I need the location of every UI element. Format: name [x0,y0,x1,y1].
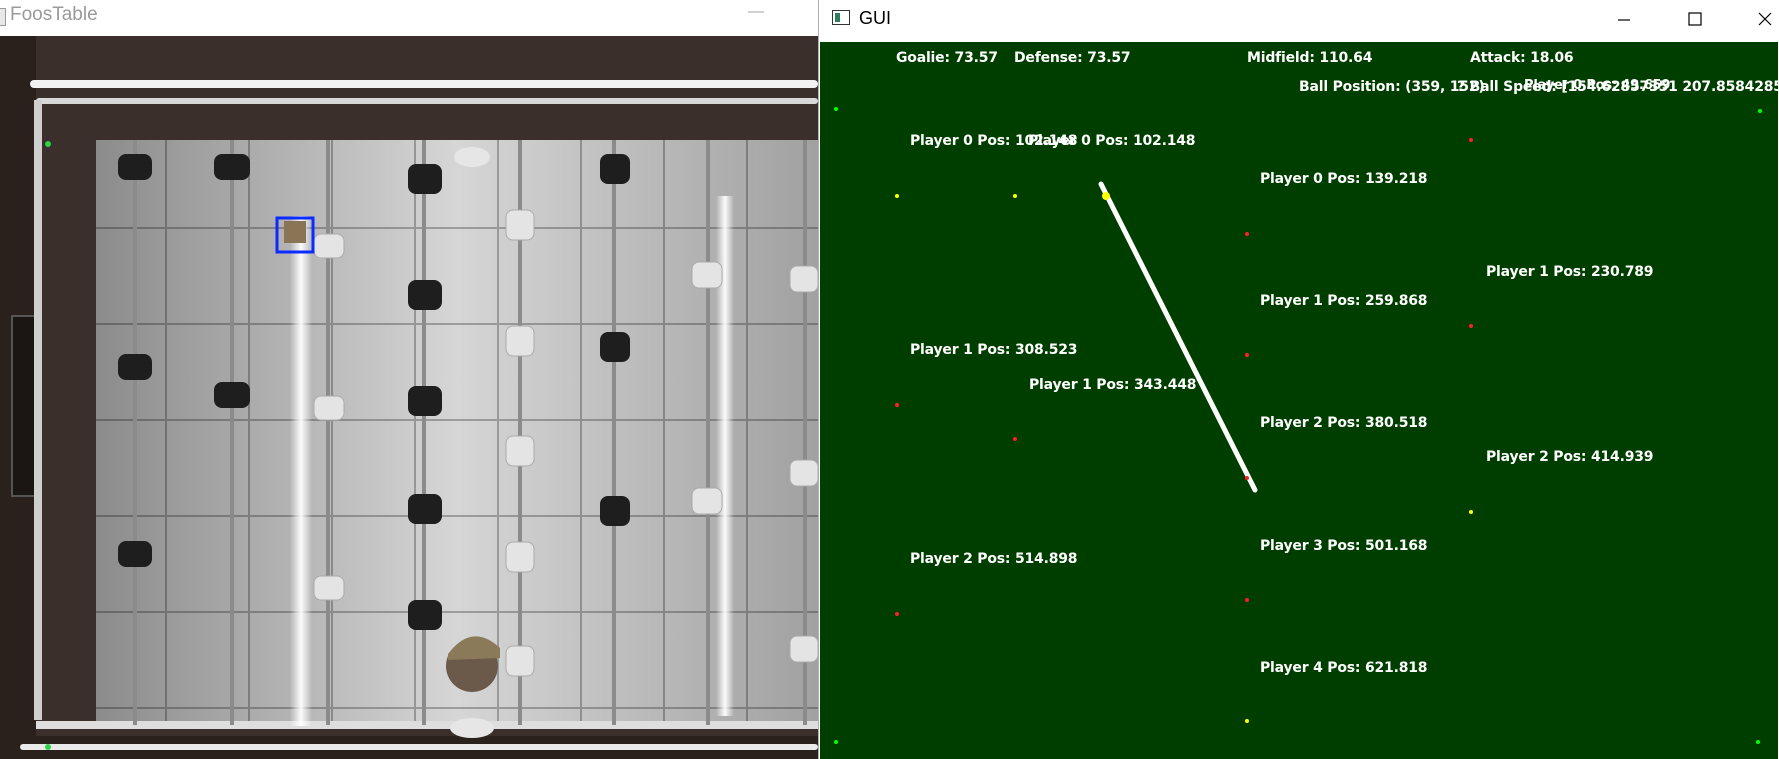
defense-player-1-label: Player 1 Pos: 343.448 [1029,377,1197,393]
midfield-player-1-marker [1245,353,1249,357]
foostable-titlebar[interactable]: FoosTable — [0,0,820,35]
foostable-window: FoosTable — [0,0,820,759]
midfield-stat: Midfield: 110.64 [1247,50,1373,66]
defense-player-1-marker [1013,437,1017,441]
minimize-icon[interactable]: — [746,2,766,22]
window-title: FoosTable [10,4,98,25]
app-icon [832,10,850,25]
foosball-table-image [0,36,818,759]
midfield-player-4-marker [1245,719,1249,723]
ball-speed: ? Ball Speed: [154.62857351 207.85842858… [1457,79,1778,95]
gui-field-canvas: Goalie: 73.57 Defense: 73.57 Midfield: 1… [820,42,1778,759]
camera-feed [0,36,818,759]
attack-player-1-label: Player 1 Pos: 230.789 [1486,264,1654,280]
attack-player-2-label: Player 2 Pos: 414.939 [1486,449,1654,465]
attack-player-1-marker [1469,324,1473,328]
attack-player-0-marker [1469,138,1473,142]
midfield-player-0-marker [1245,232,1249,236]
gui-window: GUI Goalie: 73.57 Defense: 73.57 Midfiel… [818,0,1779,759]
goalie-player-1-label: Player 1 Pos: 308.523 [910,342,1078,358]
ball-marker [1102,192,1110,200]
close-icon[interactable] [1742,0,1779,38]
midfield-player-0-label: Player 0 Pos: 139.218 [1260,171,1428,187]
app-icon [0,8,6,26]
defense-stat: Defense: 73.57 [1014,50,1131,66]
goalie-stat: Goalie: 73.57 [896,50,998,66]
midfield-player-3-marker [1245,598,1249,602]
goalie-player-2-label: Player 2 Pos: 514.898 [910,551,1078,567]
goalie-player-2-marker [895,612,899,616]
midfield-player-3-label: Player 3 Pos: 501.168 [1260,538,1428,554]
midfield-player-1-label: Player 1 Pos: 259.868 [1260,293,1428,309]
defense-player-0-marker [1013,194,1017,198]
goalie-player-1-marker [895,403,899,407]
corner-marker-top-left [834,107,838,111]
attack-stat: Attack: 18.06 [1470,50,1574,66]
ball-trajectory [1098,181,1258,493]
midfield-player-2-label: Player 2 Pos: 380.518 [1260,415,1428,431]
midfield-player-4-label: Player 4 Pos: 621.818 [1260,660,1428,676]
corner-marker-bottom-right [1756,740,1760,744]
maximize-icon[interactable] [1672,0,1718,38]
minimize-icon[interactable] [1601,0,1647,38]
corner-marker-bottom-left [834,740,838,744]
corner-marker-top-right [1758,109,1762,113]
midfield-player-2-marker [1245,476,1249,480]
trajectory-line [1098,181,1258,493]
attack-player-2-marker [1469,510,1473,514]
defense-player-0-label: Player 0 Pos: 102.148 [1028,133,1196,149]
gui-titlebar[interactable]: GUI [819,0,1779,42]
goalie-player-0-marker [895,194,899,198]
window-title: GUI [859,8,892,28]
